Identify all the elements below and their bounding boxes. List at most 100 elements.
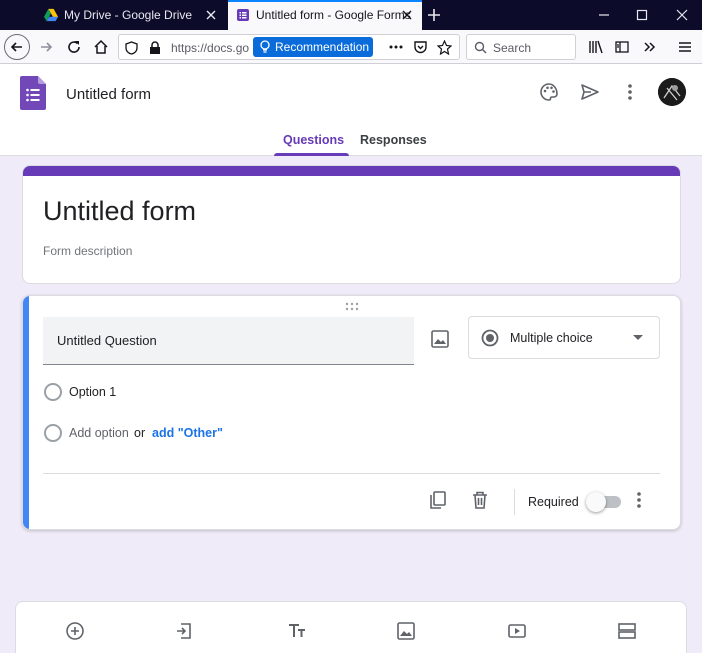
add-option-radio [44,424,62,442]
drag-handle-icon[interactable] [345,302,359,312]
tab-responses[interactable]: Responses [360,133,427,147]
theme-accent-bar [23,166,680,176]
tab-label: Untitled form - Google Forms [256,8,411,22]
browser-tab-google-drive[interactable]: My Drive - Google Drive [36,0,226,30]
minimize-icon[interactable] [596,7,612,23]
or-label: or [134,426,146,440]
dropdown-arrow-icon [633,335,643,340]
lightbulb-icon [260,40,270,53]
reload-icon [68,41,80,53]
account-avatar[interactable] [658,78,686,106]
search-icon [474,41,487,54]
bookmark-star-icon[interactable] [437,40,452,55]
active-tab-indicator [274,153,349,156]
more-options-button[interactable] [618,80,642,104]
option-1-input[interactable]: Option 1 [69,385,116,399]
focus-indicator-bar [23,296,29,529]
add-option-button[interactable]: Add option [69,426,129,440]
forward-button[interactable] [34,35,58,59]
sidebar-button[interactable] [610,35,634,59]
copy-icon [430,491,446,509]
home-button[interactable] [89,35,113,59]
close-window-icon[interactable] [674,7,690,23]
question-more-button[interactable] [628,489,650,511]
more-vert-icon [628,84,632,100]
import-icon [177,623,191,639]
library-icon [589,40,603,54]
forms-header: Untitled form Questions Responses [0,64,702,156]
add-video-button[interactable] [506,620,528,642]
google-forms-icon [237,9,249,21]
url-bar[interactable]: https://docs.go Recommendation [118,34,460,60]
reload-button[interactable] [62,35,86,59]
footer-separator [514,489,515,515]
add-title-description-button[interactable] [286,620,308,642]
add-circle-icon [66,622,84,640]
maximize-icon[interactable] [634,7,650,23]
app-menu-button[interactable] [673,35,697,59]
tab-questions[interactable]: Questions [283,133,344,147]
pocket-icon[interactable] [413,40,428,55]
question-type-label: Multiple choice [510,331,593,345]
required-toggle-knob[interactable] [586,492,606,512]
form-title-card[interactable]: Untitled form Form description [22,165,681,284]
option-radio [44,383,62,401]
palette-icon [540,83,558,101]
add-section-button[interactable] [616,620,638,642]
sidebar-icon [615,41,629,53]
document-title[interactable]: Untitled form [66,86,151,103]
back-arrow-icon [10,42,22,52]
search-placeholder: Search [493,41,532,55]
close-tab-icon[interactable] [400,8,414,22]
add-question-button[interactable] [64,620,86,642]
new-tab-icon[interactable] [424,5,444,25]
trash-icon [473,491,487,509]
overflow-menu-button[interactable] [638,35,662,59]
send-button[interactable] [578,80,602,104]
chevron-double-right-icon [644,42,656,52]
question-title-text: Untitled Question [57,333,157,348]
browser-tab-bar: My Drive - Google Drive Untitled form - … [0,0,702,30]
radio-button-checked-icon [481,329,499,347]
page-actions-icon[interactable] [389,44,403,50]
text-fields-icon [289,624,305,637]
image-icon [397,622,415,640]
form-description-input[interactable]: Form description [43,244,132,258]
add-other-button[interactable]: add "Other" [152,426,223,440]
add-image-button[interactable] [395,620,417,642]
library-button[interactable] [584,35,608,59]
google-forms-logo-icon[interactable] [20,76,46,110]
send-icon [581,84,599,100]
customize-theme-button[interactable] [537,80,561,104]
import-questions-button[interactable] [173,620,195,642]
video-icon [508,624,526,638]
search-bar[interactable]: Search [466,34,576,60]
form-title-input[interactable]: Untitled form [43,196,196,227]
avatar-image-icon [658,78,686,106]
recommendation-button[interactable]: Recommendation [253,37,373,57]
question-card[interactable]: Untitled Question Multiple choice Option… [22,295,681,530]
hamburger-menu-icon [679,42,691,52]
lock-icon[interactable] [149,41,161,55]
shield-icon[interactable] [125,41,138,55]
recommendation-label: Recommendation [275,40,370,54]
forward-arrow-icon [41,42,53,52]
tab-label: My Drive - Google Drive [64,8,193,22]
back-button[interactable] [4,34,30,60]
question-title-input[interactable]: Untitled Question [43,317,414,365]
add-image-icon[interactable] [429,328,451,350]
duplicate-question-button[interactable] [427,489,449,511]
forms-tabs: Questions Responses [0,128,702,156]
question-type-dropdown[interactable]: Multiple choice [468,316,660,359]
floating-toolbar [15,601,687,653]
google-drive-icon [44,8,58,22]
more-vert-icon [637,492,641,508]
section-icon [618,623,636,639]
browser-nav-bar: https://docs.go Recommendation Search [0,30,702,64]
url-text[interactable]: https://docs.go [171,41,257,55]
required-label: Required [528,495,579,509]
close-tab-icon[interactable] [204,8,218,22]
browser-tab-google-forms[interactable]: Untitled form - Google Forms [228,0,422,30]
delete-question-button[interactable] [469,489,491,511]
question-footer-divider [43,473,660,474]
